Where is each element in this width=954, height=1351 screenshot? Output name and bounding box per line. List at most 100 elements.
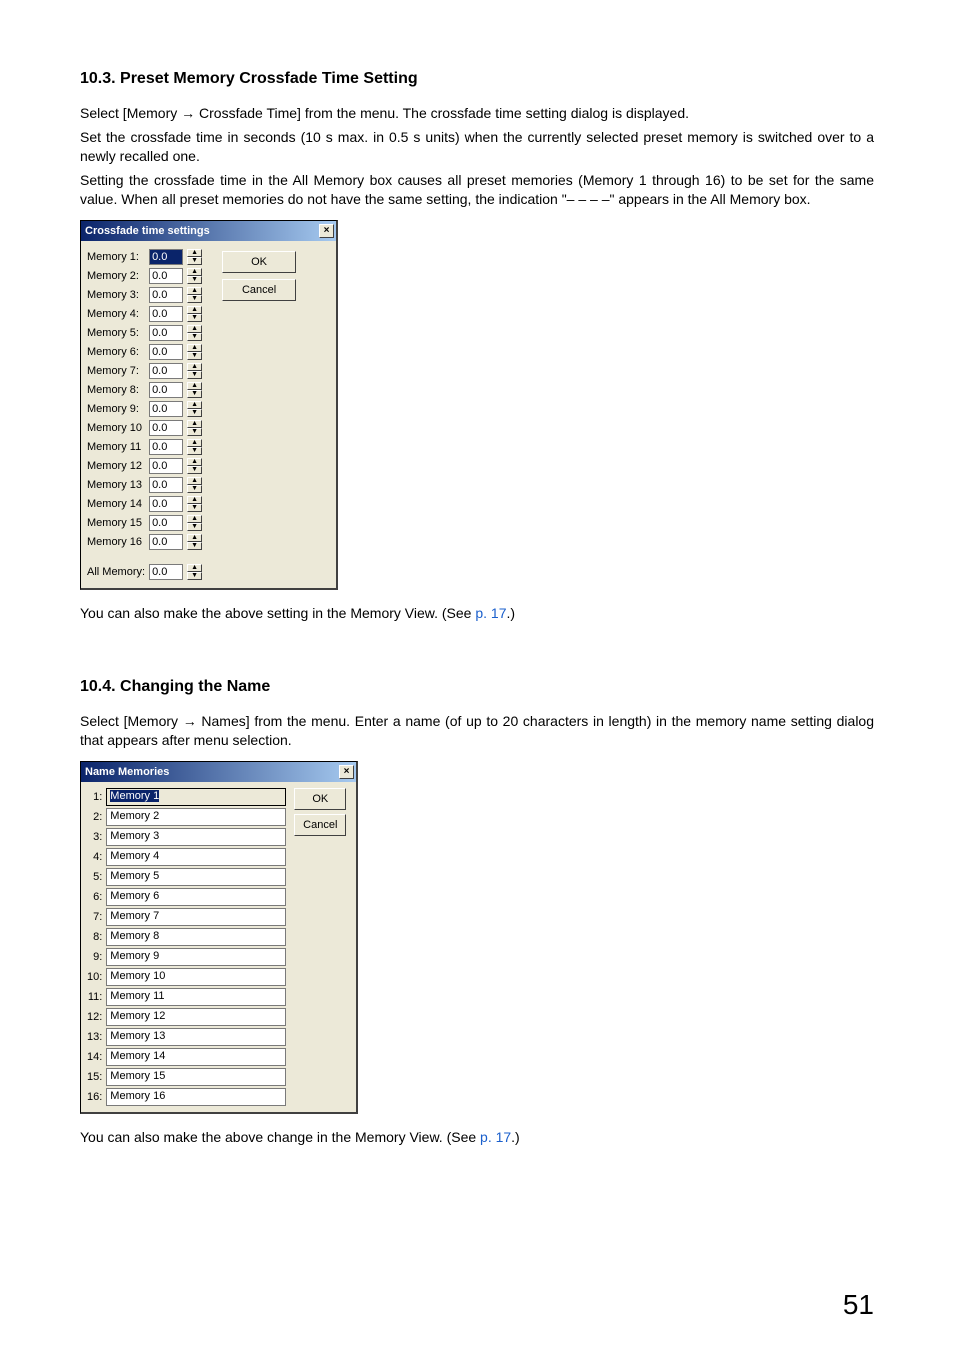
close-icon[interactable]: × [339, 765, 354, 779]
spinner-up-icon[interactable]: ▲ [187, 325, 202, 333]
spinner-down-icon[interactable]: ▼ [187, 572, 202, 580]
spinner-down-icon[interactable]: ▼ [187, 447, 202, 455]
memory-name-input[interactable]: Memory 9 [106, 948, 286, 966]
spinner-down-icon[interactable]: ▼ [187, 352, 202, 360]
spinner-down-icon[interactable]: ▼ [187, 523, 202, 531]
memory-name-value: Memory 1 [110, 790, 159, 802]
all-memory-label: All Memory: [87, 566, 145, 578]
spinner-buttons: ▲▼ [187, 420, 202, 436]
memory-name-input[interactable]: Memory 11 [106, 988, 286, 1006]
spinner-down-icon[interactable]: ▼ [187, 390, 202, 398]
spinner-up-icon[interactable]: ▲ [187, 344, 202, 352]
crossfade-time-input[interactable] [149, 515, 183, 531]
spinner-down-icon[interactable]: ▼ [187, 371, 202, 379]
spinner-down-icon[interactable]: ▼ [187, 333, 202, 341]
spinner-down-icon[interactable]: ▼ [187, 295, 202, 303]
memory-name-input[interactable]: Memory 13 [106, 1028, 286, 1046]
memory-label: Memory 8: [87, 384, 145, 396]
memory-name-input[interactable]: Memory 12 [106, 1008, 286, 1026]
crossfade-time-input[interactable] [149, 477, 183, 493]
memory-name-input[interactable]: Memory 8 [106, 928, 286, 946]
spinner-buttons: ▲▼ [187, 458, 202, 474]
memory-name-input[interactable]: Memory 10 [106, 968, 286, 986]
spinner-up-icon[interactable]: ▲ [187, 420, 202, 428]
spinner-down-icon[interactable]: ▼ [187, 314, 202, 322]
spinner-up-icon[interactable]: ▲ [187, 249, 202, 257]
crossfade-time-input[interactable] [149, 439, 183, 455]
cancel-button[interactable]: Cancel [294, 814, 346, 836]
spinner-up-icon[interactable]: ▲ [187, 287, 202, 295]
page-link[interactable]: p. 17 [480, 1129, 511, 1145]
spinner-up-icon[interactable]: ▲ [187, 458, 202, 466]
dialog-title: Name Memories [85, 766, 169, 778]
spinner-up-icon[interactable]: ▲ [187, 534, 202, 542]
spinner-down-icon[interactable]: ▼ [187, 409, 202, 417]
spinner-down-icon[interactable]: ▼ [187, 466, 202, 474]
paragraph: Select [Memory → Names] from the menu. E… [80, 712, 874, 751]
all-memory-input[interactable] [149, 564, 183, 580]
row-index: 9: [87, 951, 102, 963]
crossfade-time-input[interactable] [149, 268, 183, 284]
spinner-down-icon[interactable]: ▼ [187, 257, 202, 265]
crossfade-time-input[interactable] [149, 325, 183, 341]
spinner-up-icon[interactable]: ▲ [187, 268, 202, 276]
spinner-up-icon[interactable]: ▲ [187, 382, 202, 390]
memory-name-input[interactable]: Memory 3 [106, 828, 286, 846]
spinner-up-icon[interactable]: ▲ [187, 363, 202, 371]
crossfade-time-input[interactable] [149, 249, 183, 265]
crossfade-time-input[interactable] [149, 306, 183, 322]
spinner-up-icon[interactable]: ▲ [187, 439, 202, 447]
page-link[interactable]: p. 17 [475, 605, 506, 621]
note-post: .) [506, 605, 515, 621]
spinner-up-icon[interactable]: ▲ [187, 477, 202, 485]
spinner-buttons: ▲▼ [187, 363, 202, 379]
memory-name-input[interactable]: Memory 16 [106, 1088, 286, 1106]
memory-name-input[interactable]: Memory 2 [106, 808, 286, 826]
spinner-up-icon[interactable]: ▲ [187, 306, 202, 314]
memory-label: Memory 2: [87, 270, 145, 282]
memory-name-value: Memory 11 [110, 990, 164, 1002]
crossfade-time-input[interactable] [149, 287, 183, 303]
crossfade-time-input[interactable] [149, 344, 183, 360]
row-index: 1: [87, 791, 102, 803]
crossfade-time-input[interactable] [149, 534, 183, 550]
memory-name-input[interactable]: Memory 14 [106, 1048, 286, 1066]
memory-name-value: Memory 3 [110, 830, 159, 842]
memory-name-input[interactable]: Memory 15 [106, 1068, 286, 1086]
crossfade-time-input[interactable] [149, 420, 183, 436]
crossfade-time-input[interactable] [149, 401, 183, 417]
spinner-buttons: ▲▼ [187, 496, 202, 512]
crossfade-time-input[interactable] [149, 382, 183, 398]
crossfade-time-input[interactable] [149, 363, 183, 379]
spinner-up-icon[interactable]: ▲ [187, 564, 202, 572]
spinner-buttons: ▲▼ [187, 268, 202, 284]
memory-name-input[interactable]: Memory 4 [106, 848, 286, 866]
note-post: .) [511, 1129, 520, 1145]
memory-name-input[interactable]: Memory 6 [106, 888, 286, 906]
memory-name-input[interactable]: Memory 1 [106, 788, 286, 806]
crossfade-time-input[interactable] [149, 496, 183, 512]
ok-button[interactable]: OK [294, 788, 346, 810]
spinner-down-icon[interactable]: ▼ [187, 276, 202, 284]
row-index: 16: [87, 1091, 102, 1103]
memory-label: Memory 7: [87, 365, 145, 377]
spinner-up-icon[interactable]: ▲ [187, 515, 202, 523]
memory-name-input[interactable]: Memory 7 [106, 908, 286, 926]
ok-button[interactable]: OK [222, 251, 296, 273]
spinner-down-icon[interactable]: ▼ [187, 542, 202, 550]
row-index: 11: [87, 991, 102, 1003]
memory-name-input[interactable]: Memory 5 [106, 868, 286, 886]
spinner-down-icon[interactable]: ▼ [187, 504, 202, 512]
spinner-down-icon[interactable]: ▼ [187, 428, 202, 436]
close-icon[interactable]: × [319, 224, 334, 238]
cancel-button[interactable]: Cancel [222, 279, 296, 301]
spinner-up-icon[interactable]: ▲ [187, 496, 202, 504]
spinner-up-icon[interactable]: ▲ [187, 401, 202, 409]
memory-name-value: Memory 4 [110, 850, 159, 862]
crossfade-time-input[interactable] [149, 458, 183, 474]
memory-label: Memory 1: [87, 251, 145, 263]
memory-name-value: Memory 15 [110, 1070, 165, 1082]
memory-name-value: Memory 9 [110, 950, 159, 962]
spinner-down-icon[interactable]: ▼ [187, 485, 202, 493]
memory-name-value: Memory 13 [110, 1030, 165, 1042]
